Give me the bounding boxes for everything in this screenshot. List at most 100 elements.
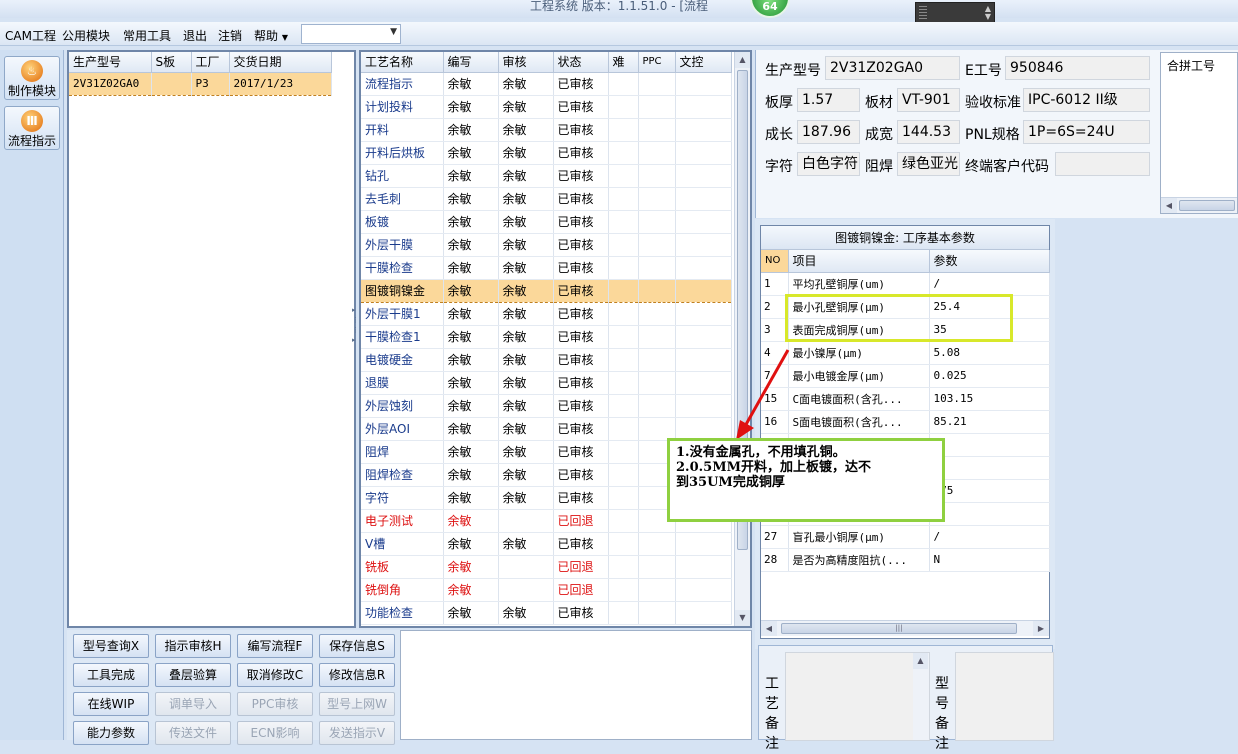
param-value-cell[interactable] [929,502,1050,526]
table-row[interactable]: 外层干膜 余敏 余敏 已审核 [361,233,732,257]
mini-toolbar[interactable]: ▲ ▼ [915,2,995,24]
flow-indicator-button[interactable]: Ⅲ 流程指示 [4,106,60,150]
process-doc-cell[interactable] [675,532,732,556]
process-difficulty-cell[interactable] [608,325,639,349]
process-status-cell[interactable]: 已审核 [553,187,609,211]
process-difficulty-cell[interactable] [608,233,639,257]
scroll-down-icon[interactable]: ▼ [735,610,750,626]
params-hscroll[interactable]: ◀ ||| ▶ [761,620,1049,636]
chevron-down-icon[interactable]: ▼ [390,27,397,37]
process-name-cell[interactable]: 外层干膜1 [361,302,444,326]
process-difficulty-cell[interactable] [608,486,639,510]
process-col-doc-control[interactable]: 文控 [675,52,732,73]
process-reviewer-cell[interactable]: 余敏 [498,302,554,326]
process-writer-cell[interactable]: 余敏 [443,95,499,119]
process-difficulty-cell[interactable] [608,371,639,395]
process-status-cell[interactable]: 已回退 [553,555,609,579]
process-status-cell[interactable]: 已审核 [553,256,609,280]
process-name-cell[interactable]: 铣板 [361,555,444,579]
process-name-cell[interactable]: 钻孔 [361,164,444,188]
action-button[interactable]: 编写流程F [237,634,313,658]
process-difficulty-cell[interactable] [608,256,639,280]
action-button[interactable]: 调单导入 [155,692,231,716]
process-ppc-cell[interactable] [638,555,676,579]
process-name-cell[interactable]: 退膜 [361,371,444,395]
action-button[interactable]: 指示审核H [155,634,231,658]
process-name-cell[interactable]: 开料 [361,118,444,142]
table-row[interactable]: 27 盲孔最小铜厚(μm) / [761,525,1050,549]
table-row[interactable]: 图镀铜镍金 余敏 余敏 已审核 [361,278,732,303]
process-difficulty-cell[interactable] [608,555,639,579]
process-ppc-cell[interactable] [638,141,676,165]
process-ppc-cell[interactable] [638,348,676,372]
process-col-status[interactable]: 状态 [553,52,609,73]
process-doc-cell[interactable] [675,118,732,142]
process-difficulty-cell[interactable] [608,118,639,142]
process-status-cell[interactable]: 已审核 [553,118,609,142]
process-difficulty-cell[interactable] [608,187,639,211]
process-difficulty-cell[interactable] [608,532,639,556]
table-row[interactable]: 功能检查 余敏 余敏 已审核 [361,601,732,625]
process-status-cell[interactable]: 已审核 [553,278,609,303]
process-reviewer-cell[interactable]: 余敏 [498,72,554,96]
process-remark-field[interactable]: ▲ [785,652,930,741]
process-name-cell[interactable]: 干膜检查 [361,256,444,280]
process-name-cell[interactable]: 图镀铜镍金 [361,278,444,303]
process-name-cell[interactable]: 功能检查 [361,601,444,625]
menu-cam[interactable]: CAM工程 [5,27,56,44]
process-ppc-cell[interactable] [638,417,676,441]
process-difficulty-cell[interactable] [608,278,639,303]
order-factory-cell[interactable]: P3 [191,71,230,96]
table-row[interactable]: 退膜 余敏 余敏 已审核 [361,371,732,395]
process-writer-cell[interactable]: 余敏 [443,164,499,188]
process-doc-cell[interactable] [675,278,732,303]
table-row[interactable]: 1 平均孔壁铜厚(um) / [761,272,1050,296]
process-ppc-cell[interactable] [638,371,676,395]
chevron-down-icon[interactable]: ▲ ▼ [985,5,991,21]
table-row[interactable]: 外层AOI 余敏 余敏 已审核 [361,417,732,441]
process-doc-cell[interactable] [675,302,732,326]
standard-field[interactable]: IPC-6012 II级 [1023,88,1150,112]
param-item-cell[interactable]: C面电镀面积(含孔... [788,387,930,411]
process-writer-cell[interactable]: 余敏 [443,394,499,418]
process-name-cell[interactable]: 电子测试 [361,509,444,533]
action-button[interactable]: 能力参数 [73,721,149,745]
process-doc-cell[interactable] [675,601,732,625]
process-status-cell[interactable]: 已审核 [553,532,609,556]
process-name-cell[interactable]: 流程指示 [361,72,444,96]
process-status-cell[interactable]: 已审核 [553,371,609,395]
scroll-up-icon[interactable]: ▲ [735,52,750,68]
action-button[interactable]: 在线WIP [73,692,149,716]
table-row[interactable]: 16 S面电镀面积(含孔... 85.21 [761,410,1050,434]
table-row[interactable]: V槽 余敏 余敏 已审核 [361,532,732,556]
process-reviewer-cell[interactable]: 余敏 [498,532,554,556]
process-name-cell[interactable]: 阻焊 [361,440,444,464]
process-difficulty-cell[interactable] [608,210,639,234]
process-writer-cell[interactable]: 余敏 [443,118,499,142]
table-row[interactable]: 开料后烘板 余敏 余敏 已审核 [361,141,732,165]
scroll-up-icon[interactable]: ▲ [913,653,928,669]
process-doc-cell[interactable] [675,555,732,579]
process-status-cell[interactable]: 已审核 [553,164,609,188]
process-doc-cell[interactable] [675,210,732,234]
process-writer-cell[interactable]: 余敏 [443,509,499,533]
action-button[interactable]: 保存信息S [319,634,395,658]
process-reviewer-cell[interactable]: 余敏 [498,463,554,487]
process-writer-cell[interactable]: 余敏 [443,233,499,257]
params-col-no[interactable]: NO [761,250,789,273]
thickness-field[interactable]: 1.57 [797,88,860,112]
process-name-cell[interactable]: 外层AOI [361,417,444,441]
process-ppc-cell[interactable] [638,532,676,556]
param-value-cell[interactable]: 075 [929,479,1050,503]
action-button[interactable]: 传送文件 [155,721,231,745]
model-remark-field[interactable] [955,652,1054,741]
process-name-cell[interactable]: 电镀硬金 [361,348,444,372]
process-doc-cell[interactable] [675,371,732,395]
process-doc-cell[interactable] [675,394,732,418]
process-status-cell[interactable]: 已审核 [553,210,609,234]
process-difficulty-cell[interactable] [608,509,639,533]
table-row[interactable]: 铣板 余敏 已回退 [361,555,732,579]
menu-logout[interactable]: 注销 [218,27,242,44]
process-ppc-cell[interactable] [638,233,676,257]
process-doc-cell[interactable] [675,325,732,349]
